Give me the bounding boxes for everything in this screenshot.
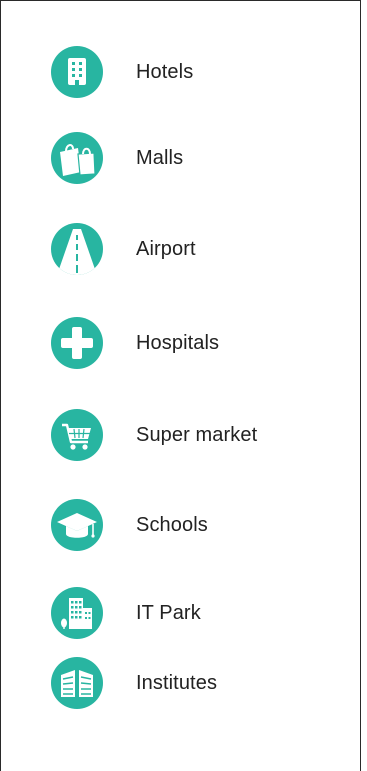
graduation-cap-icon bbox=[51, 499, 103, 551]
amenity-item-hospitals[interactable]: Hospitals bbox=[51, 317, 219, 369]
shopping-cart-icon bbox=[51, 409, 103, 461]
amenity-label: IT Park bbox=[136, 601, 201, 624]
amenity-label: Super market bbox=[136, 423, 258, 446]
amenity-label: Malls bbox=[136, 146, 184, 169]
amenity-item-institutes[interactable]: Institutes bbox=[51, 657, 217, 709]
institute-building-icon bbox=[51, 657, 103, 709]
amenity-item-airport[interactable]: Airport bbox=[51, 223, 196, 275]
amenity-label: Institutes bbox=[136, 671, 218, 694]
runway-icon bbox=[51, 223, 103, 275]
amenity-label: Airport bbox=[136, 237, 196, 260]
amenity-label: Schools bbox=[136, 513, 208, 536]
amenity-item-super-market[interactable]: Super market bbox=[51, 409, 257, 461]
shopping-bags-icon bbox=[51, 132, 103, 184]
amenity-item-it-park[interactable]: IT Park bbox=[51, 587, 201, 639]
amenity-label: Hospitals bbox=[136, 331, 220, 354]
amenity-item-malls[interactable]: Malls bbox=[51, 132, 183, 184]
amenity-item-schools[interactable]: Schools bbox=[51, 499, 208, 551]
amenity-item-hotels[interactable]: Hotels bbox=[51, 46, 193, 98]
amenities-panel: Hotels Malls Airport Hospitals Super mar… bbox=[0, 0, 361, 771]
office-buildings-icon bbox=[51, 587, 103, 639]
medical-cross-icon bbox=[51, 317, 103, 369]
amenity-label: Hotels bbox=[136, 60, 194, 83]
hotel-building-icon bbox=[51, 46, 103, 98]
